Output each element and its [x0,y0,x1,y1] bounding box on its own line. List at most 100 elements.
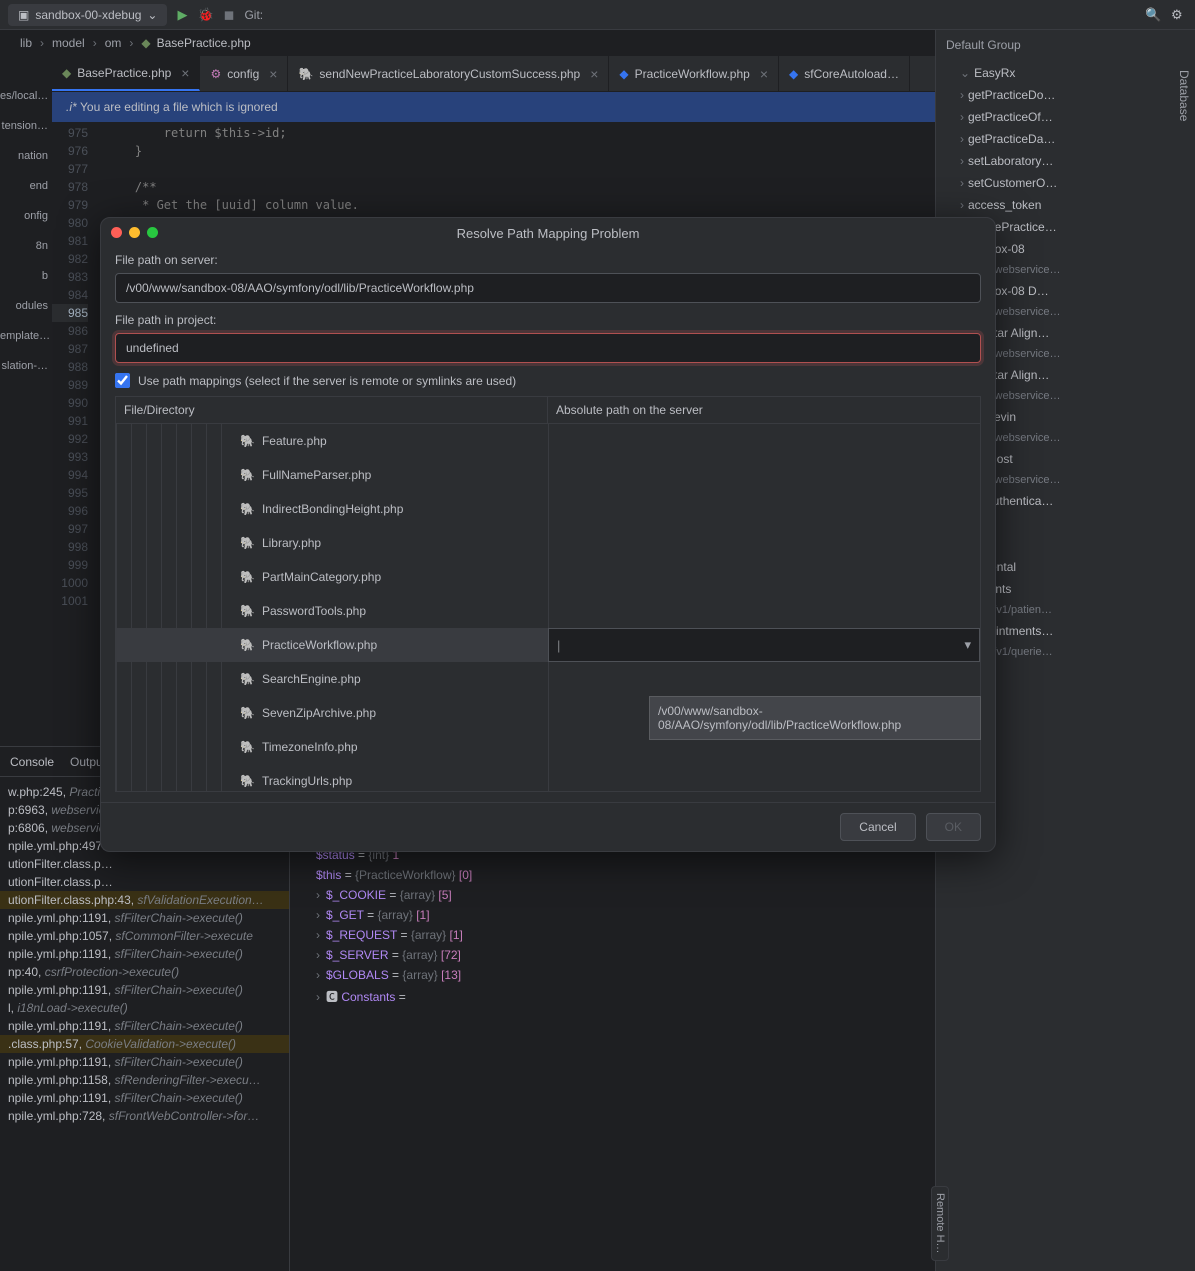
absolute-path-cell[interactable] [548,560,980,594]
debug-icon[interactable]: 🐞 [197,7,213,23]
tree-node[interactable]: getPracticeOf… [946,106,1185,128]
tree-node[interactable]: getPracticeDo… [946,84,1185,106]
gear-icon[interactable]: ⚙ [1171,7,1187,23]
zoom-window-icon[interactable] [147,227,158,238]
stack-frame[interactable]: npile.yml.php:1191, sfFilterChain->execu… [0,1089,289,1107]
line-number: 982 [52,250,88,268]
breadcrumb-item[interactable]: model [52,36,85,50]
stack-frame[interactable]: l, i18nLoad->execute() [0,999,289,1017]
variable-row[interactable]: $_REQUEST = {array} [1] [300,925,925,945]
absolute-path-cell[interactable] [548,594,980,628]
stack-frame[interactable]: utionFilter.class.p… [0,873,289,891]
variable-row[interactable]: $GLOBALS = {array} [13] [300,965,925,985]
close-icon[interactable]: × [269,66,277,82]
tab-console[interactable]: Console [10,755,54,769]
tree-node[interactable]: getPracticeDa… [946,128,1185,150]
dialog-title-bar: Resolve Path Mapping Problem [101,218,995,247]
php-icon [240,672,255,686]
sidebar-fragment: b [0,270,48,282]
top-toolbar: ▣ sandbox-00-xdebug ⌄ ▶ 🐞 ◼ Git: 🔍 ⚙ [0,0,1195,30]
close-icon[interactable]: × [590,66,598,82]
checkbox-input[interactable] [115,373,130,388]
default-group-label: Default Group [946,38,1185,52]
mapping-row[interactable]: IndirectBondingHeight.php [116,492,980,526]
col-absolute-path[interactable]: Absolute path on the server [548,397,980,423]
stack-frame[interactable]: npile.yml.php:1057, sfCommonFilter->exec… [0,927,289,945]
close-icon[interactable]: × [760,66,768,82]
project-selector[interactable]: ▣ sandbox-00-xdebug ⌄ [8,4,167,26]
breadcrumb-item[interactable]: om [105,36,122,50]
file-name: PartMainCategory.php [262,570,381,584]
variable-row[interactable]: $_COOKIE = {array} [5] [300,885,925,905]
absolute-path-cell[interactable] [548,424,980,458]
stop-icon[interactable]: ◼ [224,7,235,23]
line-number: 993 [52,448,88,466]
stack-frame[interactable]: npile.yml.php:1191, sfFilterChain->execu… [0,981,289,999]
remote-host-tab[interactable]: Remote H… [931,1186,949,1261]
window-controls[interactable] [111,227,158,238]
search-icon[interactable]: 🔍 [1145,7,1161,23]
tab-basepractice[interactable]: ◆ BasePractice.php × [52,56,200,91]
php-icon: ◆ [619,67,628,81]
absolute-path-cell[interactable] [548,458,980,492]
database-tab-label[interactable]: Database [1177,70,1191,121]
close-icon[interactable]: × [181,65,189,81]
mapping-row[interactable]: FullNameParser.php [116,458,980,492]
absolute-path-cell[interactable]: | [548,628,980,662]
stack-frame[interactable]: .class.php:57, CookieValidation->execute… [0,1035,289,1053]
file-name: PasswordTools.php [262,604,366,618]
tree-node[interactable]: setCustomerO… [946,172,1185,194]
minimize-window-icon[interactable] [129,227,140,238]
mapping-row[interactable]: SearchEngine.php [116,662,980,696]
stack-frame[interactable]: np:40, csrfProtection->execute() [0,963,289,981]
tab-sfcoreautoload[interactable]: ◆ sfCoreAutoload… [779,56,910,91]
tree-node[interactable]: setLaboratory… [946,150,1185,172]
stack-frame[interactable]: utionFilter.class.p… [0,855,289,873]
line-number: 985 [52,304,88,322]
variable-row[interactable]: 🅲 Constants = [300,985,925,1008]
breadcrumb-item[interactable]: lib [20,36,32,50]
line-number: 1001 [52,592,88,610]
stack-frame[interactable]: npile.yml.php:1191, sfFilterChain->execu… [0,945,289,963]
use-path-mappings-checkbox[interactable]: Use path mappings (select if the server … [115,373,981,388]
absolute-path-cell[interactable] [548,662,980,696]
chevron-down-icon: ⌄ [147,8,157,22]
ok-button[interactable]: OK [926,813,981,841]
tree-node[interactable]: access_token [946,194,1185,216]
absolute-path-cell[interactable] [548,492,980,526]
tab-sendnewpractice[interactable]: sendNewPracticeLaboratoryCustomSuccess.p… [288,56,609,91]
run-icon[interactable]: ▶ [177,7,187,23]
mapping-row[interactable]: PracticeWorkflow.php| [116,628,980,662]
stack-frame[interactable]: npile.yml.php:1158, sfRenderingFilter->e… [0,1071,289,1089]
stack-frame[interactable]: npile.yml.php:728, sfFrontWebController-… [0,1107,289,1125]
mapping-row[interactable]: PartMainCategory.php [116,560,980,594]
mapping-row[interactable]: PasswordTools.php [116,594,980,628]
line-number: 991 [52,412,88,430]
left-sidebar-fragments: es/local…tension…nationendonfig8nbodules… [0,90,52,390]
line-number: 998 [52,538,88,556]
absolute-path-cell[interactable] [548,526,980,560]
stack-frame[interactable]: npile.yml.php:1191, sfFilterChain->execu… [0,1017,289,1035]
line-number: 979 [52,196,88,214]
tab-practiceworkflow[interactable]: ◆ PracticeWorkflow.php × [609,56,779,91]
col-file-directory[interactable]: File/Directory [116,397,548,423]
stack-frame[interactable]: npile.yml.php:1191, sfFilterChain->execu… [0,1053,289,1071]
variable-row[interactable]: $_SERVER = {array} [72] [300,945,925,965]
path-suggestion-popup[interactable]: /v00/www/sandbox-08/AAO/symfony/odl/lib/… [649,696,981,740]
stack-frame[interactable]: npile.yml.php:1191, sfFilterChain->execu… [0,909,289,927]
project-path-field[interactable]: undefined [115,333,981,363]
absolute-path-cell[interactable] [548,764,980,791]
cancel-button[interactable]: Cancel [840,813,915,841]
mapping-row[interactable]: Library.php [116,526,980,560]
mapping-row[interactable]: Feature.php [116,424,980,458]
server-path-field[interactable]: /v00/www/sandbox-08/AAO/symfony/odl/lib/… [115,273,981,303]
close-window-icon[interactable] [111,227,122,238]
mapping-row[interactable]: TrackingUrls.php [116,764,980,791]
variable-row[interactable]: $this = {PracticeWorkflow} [0] [300,865,925,885]
php-icon [240,536,255,550]
tab-config[interactable]: ⚙ config × [200,56,288,91]
sidebar-fragment: slation-… [0,360,48,372]
stack-frame[interactable]: utionFilter.class.php:43, sfValidationEx… [0,891,289,909]
tree-root[interactable]: EasyRx [946,62,1185,84]
variable-row[interactable]: $_GET = {array} [1] [300,905,925,925]
